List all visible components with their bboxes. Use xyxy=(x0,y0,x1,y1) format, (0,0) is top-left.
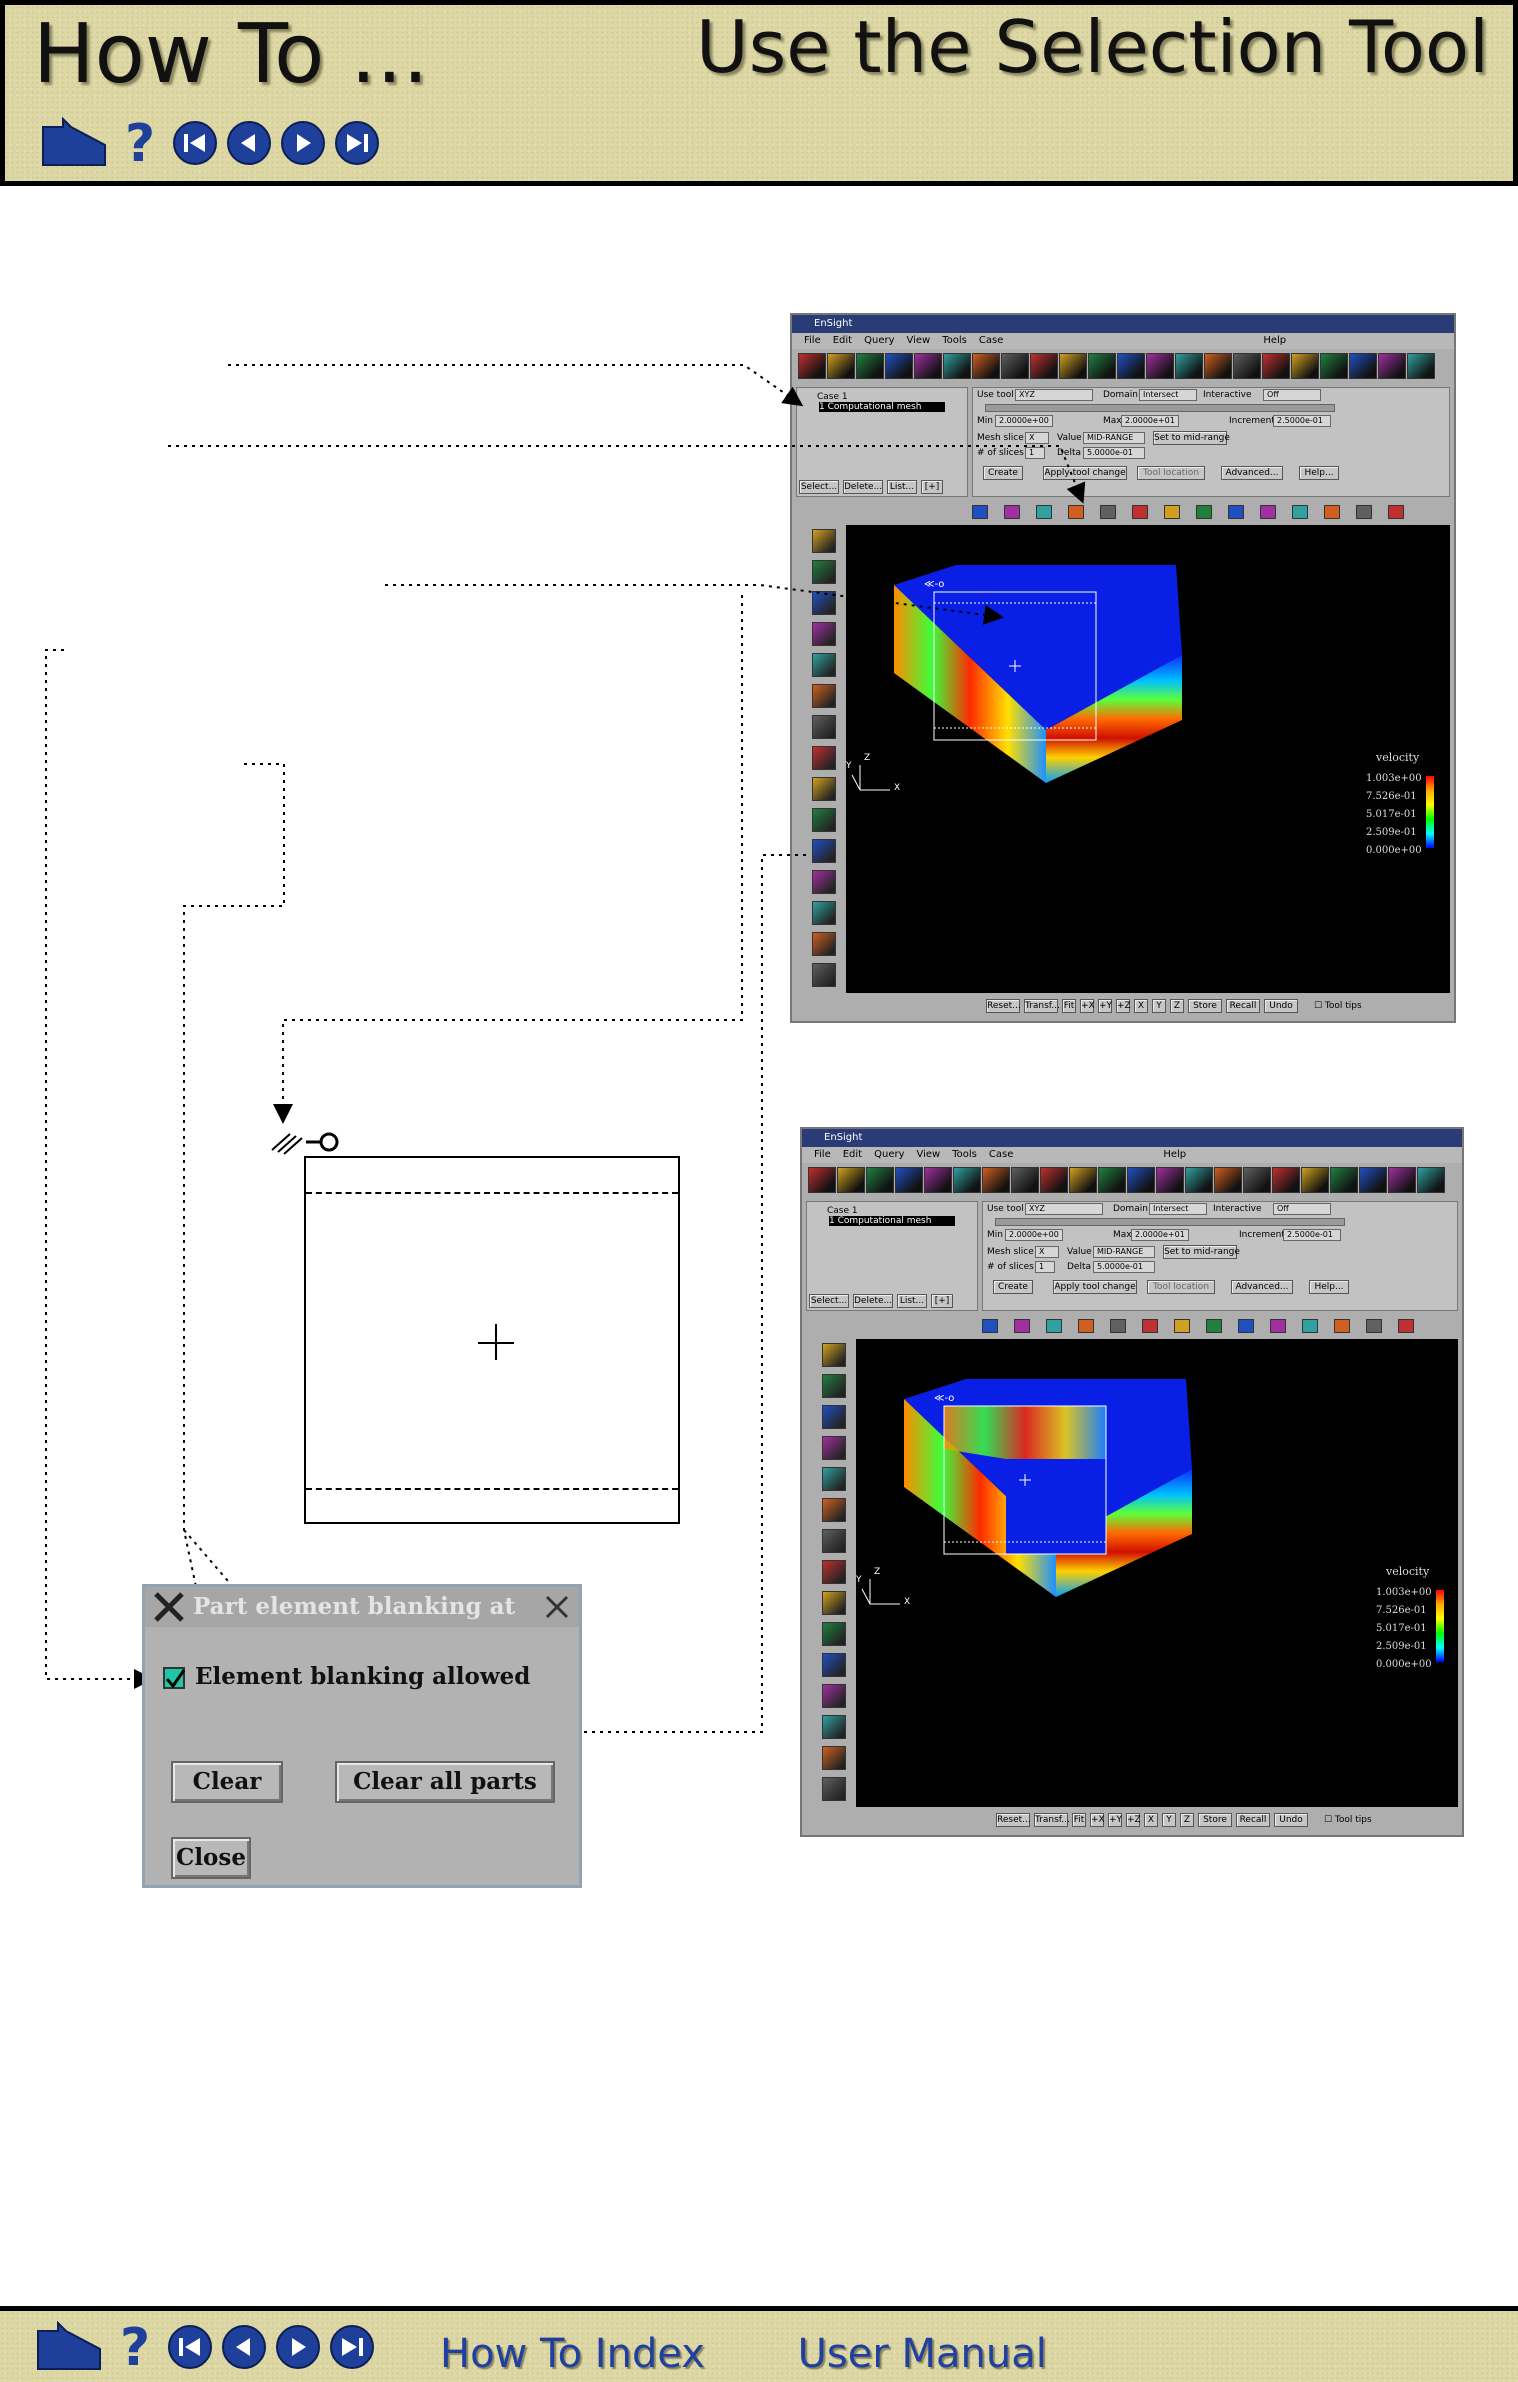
help-icon[interactable]: ? xyxy=(114,2321,158,2373)
dialog-titlebar: Part element blanking attribu xyxy=(145,1587,579,1627)
checkmark-icon xyxy=(165,1669,186,1689)
next-page-icon[interactable] xyxy=(276,2325,320,2369)
blanking-checkbox[interactable] xyxy=(163,1667,186,1689)
previous-page-icon[interactable] xyxy=(222,2325,266,2369)
selection-tool-top-dashline xyxy=(306,1192,678,1194)
dialog-title: Part element blanking attribu xyxy=(193,1593,515,1620)
callout-lines xyxy=(45,364,1086,1761)
part-element-blanking-dialog: Part element blanking attribu Element bl… xyxy=(142,1584,582,1888)
selection-tool-bottom-dashline xyxy=(306,1488,678,1490)
first-page-icon[interactable] xyxy=(168,2325,212,2369)
clear-button[interactable]: Clear xyxy=(171,1761,283,1803)
footer-nav: ? xyxy=(34,2321,374,2373)
how-to-index-link[interactable]: How To Index xyxy=(440,2331,705,2377)
blanking-checkbox-label: Element blanking allowed xyxy=(195,1663,531,1690)
footer-links: How To Index User Manual xyxy=(440,2331,1127,2377)
selection-tool-box[interactable] xyxy=(304,1156,680,1524)
page-footer: ? How To Index User Manual xyxy=(0,2306,1518,2382)
svg-text:?: ? xyxy=(120,2321,150,2373)
clear-all-parts-button[interactable]: Clear all parts xyxy=(335,1761,555,1803)
x-window-icon xyxy=(154,1592,184,1622)
close-icon[interactable] xyxy=(543,1593,571,1621)
dialog-close-button[interactable]: Close xyxy=(171,1837,251,1879)
selection-tool-crosshair-v xyxy=(495,1324,497,1360)
home-icon[interactable] xyxy=(34,2321,104,2373)
last-page-icon[interactable] xyxy=(330,2325,374,2369)
user-manual-link[interactable]: User Manual xyxy=(798,2331,1047,2377)
selection-tool-handle-icon xyxy=(268,1120,348,1156)
